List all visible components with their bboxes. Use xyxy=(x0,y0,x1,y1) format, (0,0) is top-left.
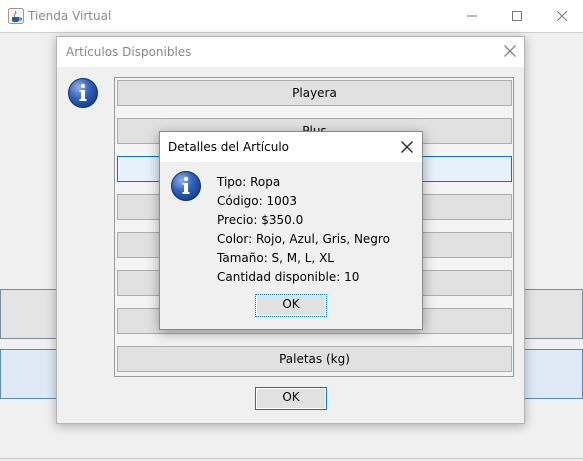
detail-size: Tamaño: S, M, L, XL xyxy=(217,251,334,265)
detail-type: Tipo: Ropa xyxy=(217,175,281,189)
list-item-playera[interactable]: Playera xyxy=(117,80,512,106)
close-button[interactable] xyxy=(539,0,583,32)
info-icon xyxy=(68,78,98,108)
close-icon[interactable] xyxy=(399,139,415,155)
maximize-icon xyxy=(512,11,522,21)
minimize-button[interactable] xyxy=(449,0,495,32)
details-text: Tipo: Ropa Código: 1003 Precio: $350.0 C… xyxy=(217,173,417,287)
detail-color: Color: Rojo, Azul, Gris, Negro xyxy=(217,232,390,246)
details-ok-button[interactable]: OK xyxy=(255,294,327,317)
main-window-divider xyxy=(0,458,583,459)
items-ok-button[interactable]: OK xyxy=(255,387,327,410)
details-dialog-titlebar[interactable]: Detalles del Artículo xyxy=(160,132,422,162)
maximize-button[interactable] xyxy=(494,0,540,32)
detail-quantity: Cantidad disponible: 10 xyxy=(217,270,360,284)
minimize-icon xyxy=(467,15,477,17)
items-dialog-titlebar[interactable]: Artículos Disponibles xyxy=(57,37,524,67)
detail-code: Código: 1003 xyxy=(217,194,298,208)
main-window-title: Tienda Virtual xyxy=(28,9,112,23)
details-dialog: Detalles del Artículo Tipo: Ropa Código:… xyxy=(159,131,423,330)
close-icon xyxy=(556,10,568,22)
main-window-titlebar[interactable]: Tienda Virtual xyxy=(0,0,583,33)
items-dialog-title: Artículos Disponibles xyxy=(66,45,192,59)
close-icon[interactable] xyxy=(502,43,518,59)
info-icon xyxy=(171,171,201,201)
details-dialog-title: Detalles del Artículo xyxy=(168,140,290,154)
list-item-paletas[interactable]: Paletas (kg) xyxy=(117,346,512,372)
detail-price: Precio: $350.0 xyxy=(217,213,304,227)
java-cup-icon xyxy=(8,8,24,24)
